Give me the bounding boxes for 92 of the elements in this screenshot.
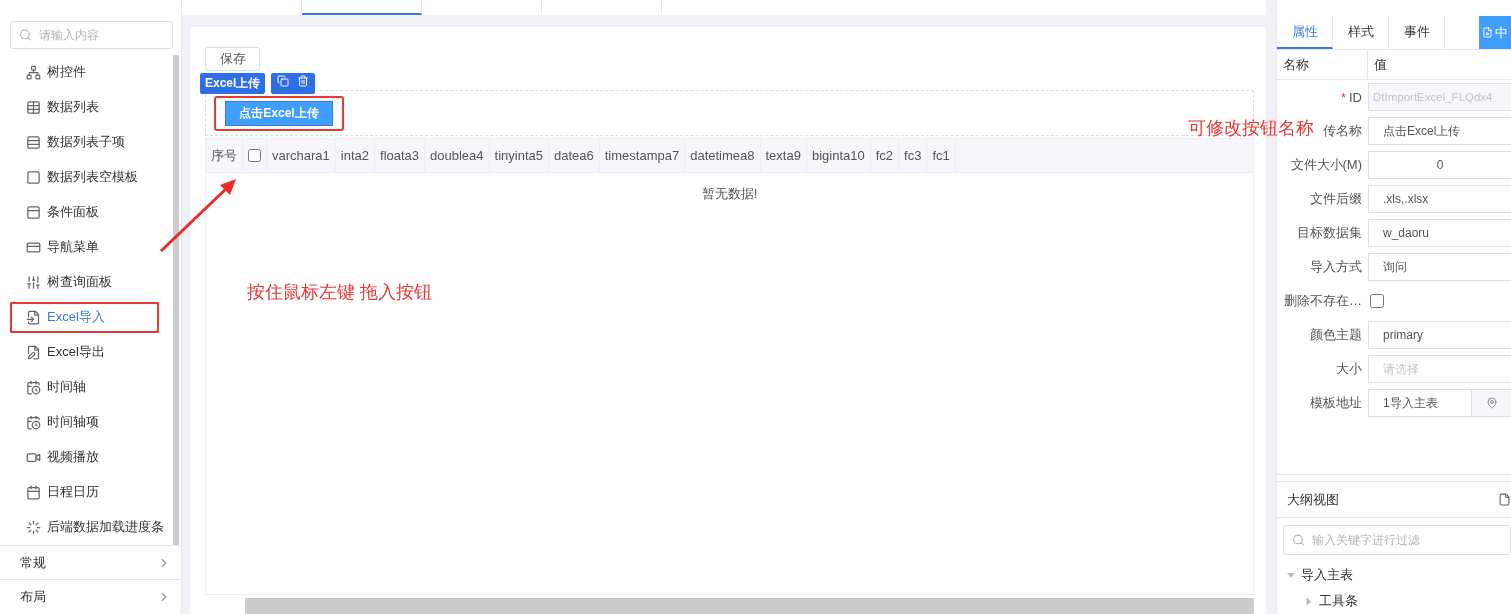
toolbox-item[interactable]: 导航菜单 [0, 229, 173, 265]
toolbox-group[interactable]: 常规 [0, 544, 181, 580]
panel-tab[interactable]: 属性 [1277, 16, 1333, 49]
property-label: 传名称 [1323, 123, 1362, 138]
property-label: 大小 [1336, 361, 1362, 376]
toolbox-item[interactable]: 时间轴 [0, 369, 173, 405]
panel-tab[interactable]: 事件 [1389, 16, 1445, 49]
property-label: 文件后缀 [1310, 191, 1362, 206]
caret-icon[interactable] [1306, 597, 1312, 605]
network-icon [26, 64, 41, 80]
column-header: inta2 [340, 148, 369, 163]
group-label: 布局 [20, 588, 46, 607]
outline-title: 大纲视图 [1287, 490, 1339, 509]
number-field[interactable]: 0 [1368, 151, 1511, 179]
toolbox-item[interactable]: 树控件 [0, 54, 173, 90]
calendar-clock-icon [26, 414, 41, 430]
property-field[interactable]: 点击Excel上传 [1368, 117, 1511, 145]
component-tag: Excel上传 [200, 73, 266, 94]
property-field[interactable]: primary [1368, 321, 1511, 349]
empty-text: 暂无数据! [701, 186, 758, 201]
search-icon [1292, 533, 1305, 547]
toolbox-item[interactable]: 条件面板 [0, 194, 173, 230]
property-label: 文件大小(M) [1290, 157, 1362, 172]
column-header: fc2 [875, 148, 894, 163]
column-header: texta9 [765, 148, 801, 163]
toolbox-item[interactable]: 树查询面板 [0, 264, 173, 300]
column-header: datea6 [554, 148, 594, 163]
toolbox-item[interactable]: 视频播放 [0, 439, 173, 475]
column-header: 名称 [1283, 55, 1309, 74]
splitter-handle[interactable] [1277, 474, 1511, 482]
column-header: varchara1 [272, 148, 330, 163]
column-header: datetimea8 [690, 148, 755, 163]
column-header: fc3 [904, 148, 922, 163]
toolbox-item[interactable]: 日程日历 [0, 474, 173, 510]
trash-icon[interactable] [297, 75, 310, 87]
loader-icon [26, 519, 41, 535]
toolbox-item[interactable]: 后端数据加载进度条 [0, 509, 173, 545]
property-label: 颜色主题 [1310, 327, 1362, 342]
property-field[interactable]: 询问 [1368, 253, 1511, 281]
square-icon [26, 169, 41, 185]
toolbox-item[interactable]: 数据列表空模板 [0, 159, 173, 195]
tree-item[interactable]: 导入主表 [1301, 566, 1353, 584]
panel-icon [26, 204, 41, 220]
column-header: timestampa7 [604, 148, 680, 163]
sliders-icon [26, 274, 41, 290]
arrow-icon [158, 178, 238, 254]
file-icon[interactable] [1498, 493, 1511, 506]
property-label: 导入方式 [1310, 259, 1362, 274]
property-label: 目标数据集 [1297, 225, 1362, 240]
toolbox-item[interactable]: 数据列表 [0, 89, 173, 125]
tree-item[interactable]: 工具条 [1319, 592, 1358, 610]
column-header: 序号 [211, 146, 237, 165]
filter-field[interactable]: 输入关键字进行过滤 [1283, 525, 1511, 555]
file-edit-icon [26, 344, 41, 360]
calendar-clock-icon [26, 379, 41, 395]
toolbox-item[interactable]: 时间轴项 [0, 404, 173, 440]
caret-icon[interactable] [1287, 572, 1295, 578]
property-field[interactable]: w_daoru [1368, 219, 1511, 247]
annotation-text: 按住鼠标左键 拖入按钮 [247, 281, 432, 304]
property-checkbox[interactable] [1370, 294, 1384, 308]
save-button[interactable]: 保存 [205, 47, 260, 71]
property-field[interactable]: .xls,.xlsx [1368, 185, 1511, 213]
rows-icon [26, 134, 41, 150]
toolbox-item[interactable]: 数据列表子项 [0, 124, 173, 160]
column-header: fc1 [932, 148, 950, 163]
property-label: 删除不存在… [1284, 293, 1362, 308]
property-label: * ID [1340, 89, 1362, 105]
column-header: 值 [1374, 55, 1387, 74]
toolbox-item[interactable]: Excel导入 [8, 299, 161, 335]
column-header: biginta10 [811, 148, 865, 163]
toolbox-group[interactable]: 布局 [0, 579, 181, 614]
toolbox-item[interactable]: Excel导出 [0, 334, 173, 370]
pin-icon [1485, 397, 1498, 409]
editor-tab[interactable] [302, 0, 422, 15]
card-icon [26, 239, 41, 255]
search-field[interactable]: 请输入内容 [10, 21, 173, 49]
search-icon [19, 28, 32, 42]
file-import-icon [26, 309, 41, 325]
select-all-checkbox[interactable] [248, 149, 261, 162]
column-header: tinyinta5 [494, 148, 543, 163]
column-header: floata3 [380, 148, 420, 163]
annotation-text: 可修改按钮名称 [1188, 117, 1314, 140]
panel-tab[interactable]: 样式 [1333, 16, 1389, 49]
table-icon [26, 99, 41, 115]
property-label: 模板地址 [1310, 395, 1362, 410]
select-field[interactable]: 请选择 [1368, 355, 1511, 383]
column-header: doublea4 [430, 148, 484, 163]
file-search-icon [1482, 26, 1493, 39]
group-label: 常规 [20, 553, 46, 572]
picker-field[interactable]: 1导入主表 [1368, 389, 1511, 417]
copy-icon[interactable] [277, 75, 290, 87]
calendar-icon [26, 484, 41, 500]
